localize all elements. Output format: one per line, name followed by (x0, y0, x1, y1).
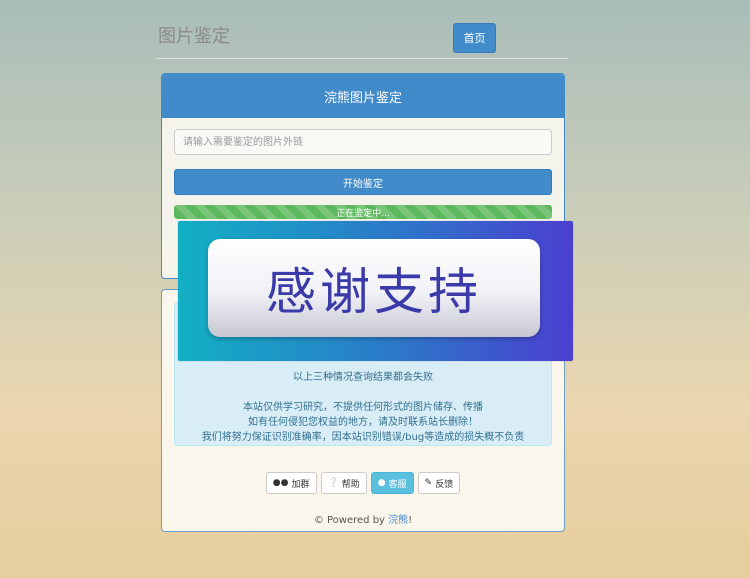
join-group-label: 加群 (291, 479, 310, 490)
image-url-input[interactable] (174, 129, 552, 155)
thanks-overlay-text: 感谢支持 (208, 239, 540, 337)
pencil-icon: ✎ (424, 478, 433, 488)
info-line: 本站仅供学习研究，不提供任何形式的图片储存、传播 (243, 402, 483, 413)
footer-prefix: © Powered by (313, 515, 389, 526)
help-button[interactable]: ❔ 帮助 (320, 472, 367, 494)
service-button[interactable]: ● 客服 (370, 472, 414, 494)
info-line: 以上三种情况查询结果都会失败 (293, 372, 433, 383)
site-title: 图片鉴定 (158, 26, 230, 47)
home-button[interactable]: 首页 (453, 23, 496, 53)
service-label: 客服 (388, 479, 407, 490)
footer-link[interactable]: 浣熊 (388, 515, 408, 526)
panel-heading: 浣熊图片鉴定 (162, 74, 564, 118)
progress-bar: 正在鉴定中... (174, 205, 552, 219)
question-icon: ❔ (327, 478, 339, 488)
start-identify-button[interactable]: 开始鉴定 (174, 169, 552, 195)
user-icon: ● (377, 478, 386, 488)
action-button-group: ●● 加群 ❔ 帮助 ● 客服 ✎ 反馈 (162, 472, 564, 494)
feedback-button[interactable]: ✎ 反馈 (417, 472, 461, 494)
footer-suffix: ! (408, 515, 413, 526)
info-line: 我们将努力保证识别准确率，因本站识别错误/bug等造成的损失概不负责 (201, 432, 525, 443)
join-group-button[interactable]: ●● 加群 (265, 472, 317, 494)
thanks-overlay-banner: 感谢支持 (178, 221, 573, 361)
header-divider (156, 58, 568, 59)
footer: © Powered by 浣熊! (162, 511, 564, 526)
help-label: 帮助 (341, 479, 360, 490)
info-line: 如有任何侵犯您权益的地方，请及时联系站长删除！ (248, 417, 478, 428)
users-icon: ●● (272, 478, 289, 488)
progress-fill: 正在鉴定中... (174, 205, 552, 219)
feedback-label: 反馈 (435, 479, 454, 490)
